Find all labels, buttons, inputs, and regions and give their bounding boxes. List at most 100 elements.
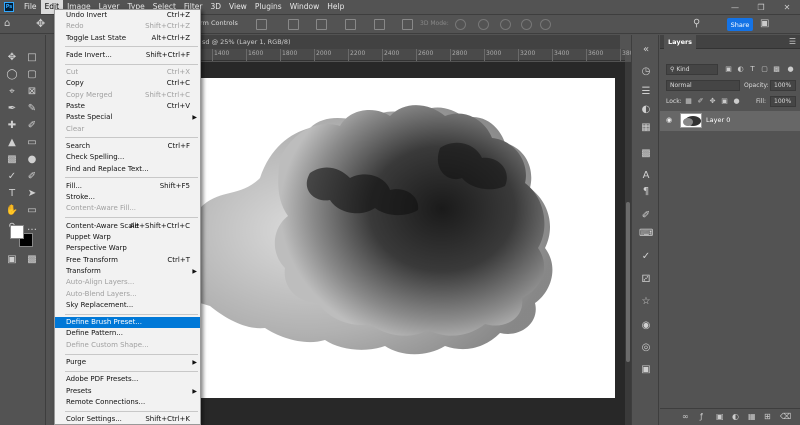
menu-file[interactable]: File xyxy=(20,0,41,14)
menu-help[interactable]: Help xyxy=(323,0,348,14)
menu-item-search[interactable]: Search Ctrl+F xyxy=(55,141,200,152)
menu-item-color-settings[interactable]: Color Settings... Shift+Ctrl+K xyxy=(55,414,200,424)
navigator-icon[interactable]: ◎ xyxy=(639,341,653,355)
hand-tool-icon[interactable]: ✋ xyxy=(4,204,20,218)
properties-icon[interactable]: ☰ xyxy=(639,85,653,99)
menu-item-define-pattern[interactable]: Define Pattern... xyxy=(55,328,200,339)
marquee-tool-icon[interactable]: ▢ xyxy=(24,68,40,82)
menu-item-paste[interactable]: Paste Ctrl+V xyxy=(55,101,200,112)
menu-item-perspective-warp[interactable]: Perspective Warp xyxy=(55,243,200,254)
lock-position-icon[interactable]: ✥ xyxy=(708,97,717,106)
clone-stamp-icon[interactable]: ▲ xyxy=(4,136,20,150)
menu-plugins[interactable]: Plugins xyxy=(251,0,286,14)
healing-brush-icon[interactable]: ✚ xyxy=(4,119,20,133)
pen-tool-icon[interactable]: ✓ xyxy=(4,170,20,184)
menu-item-define-brush-preset[interactable]: Define Brush Preset... xyxy=(55,317,200,329)
home-icon[interactable]: ⌂ xyxy=(4,18,16,30)
color-icon[interactable]: ◉ xyxy=(639,319,653,333)
menu-item-toggle-last-state[interactable]: Toggle Last State Alt+Ctrl+Z xyxy=(55,33,200,44)
align-left-icon[interactable] xyxy=(256,19,267,30)
add-mask-icon[interactable]: ▣ xyxy=(716,412,724,421)
layer-name[interactable]: Layer 0 xyxy=(706,116,730,124)
3d-orbit-icon[interactable] xyxy=(455,19,466,30)
menu-item-stroke[interactable]: Stroke... xyxy=(55,192,200,203)
menu-item-undo-invert[interactable]: Undo Invert Ctrl+Z xyxy=(55,10,200,21)
move-tool-icon[interactable]: ✥ xyxy=(4,51,20,65)
menu-item-remote-connections[interactable]: Remote Connections... xyxy=(55,397,200,408)
blur-tool-icon[interactable]: ● xyxy=(24,153,40,167)
share-button[interactable]: Share xyxy=(727,18,753,31)
layer-row[interactable]: ◉ Layer 0 xyxy=(660,111,800,131)
brushes-icon[interactable]: ✐ xyxy=(639,209,653,223)
ruler-tool-icon[interactable]: ✎ xyxy=(24,102,40,116)
search-icon[interactable]: ⚲ xyxy=(693,18,700,29)
menu-item-content-aware-scale[interactable]: Content-Aware Scale Alt+Shift+Ctrl+C xyxy=(55,221,200,232)
menu-item-paste-special[interactable]: Paste Special ▶ xyxy=(55,112,200,123)
channels-icon[interactable]: ▩ xyxy=(639,147,653,161)
quick-mask-icon[interactable]: ▣ xyxy=(4,253,20,267)
opacity-field[interactable]: 100% xyxy=(770,80,796,91)
align-top-icon[interactable] xyxy=(345,19,356,30)
character-icon[interactable]: A xyxy=(639,169,653,183)
lock-artboard-icon[interactable]: ▣ xyxy=(720,97,729,106)
history-icon[interactable]: ◷ xyxy=(639,65,653,79)
type-tool-icon[interactable]: T xyxy=(4,187,20,201)
filter-toggle-icon[interactable]: ● xyxy=(786,65,795,74)
filter-pixel-icon[interactable]: ▣ xyxy=(724,65,733,74)
menu-item-free-transform[interactable]: Free Transform Ctrl+T xyxy=(55,255,200,266)
paths-icon[interactable]: ✓ xyxy=(639,250,653,264)
menu-item-presets[interactable]: Presets ▶ xyxy=(55,386,200,397)
align-right-icon[interactable] xyxy=(316,19,327,30)
delete-layer-icon[interactable]: ⌫ xyxy=(780,412,791,421)
layer-filter-select[interactable]: ⚲ Kind xyxy=(666,64,718,75)
brush-tool-icon[interactable]: ✐ xyxy=(24,119,40,133)
menu-item-purge[interactable]: Purge ▶ xyxy=(55,357,200,368)
3d-roll-icon[interactable] xyxy=(478,19,489,30)
menu-item-copy[interactable]: Copy Ctrl+C xyxy=(55,78,200,89)
lock-all-icon[interactable]: ● xyxy=(732,97,741,106)
adjustment-layer-icon[interactable]: ◐ xyxy=(732,412,739,421)
lasso-tool-icon[interactable]: ◯ xyxy=(4,68,20,82)
menu-item-fade-invert[interactable]: Fade Invert... Shift+Ctrl+F xyxy=(55,50,200,61)
adjustments-icon[interactable]: ◐ xyxy=(639,103,653,117)
scrollbar-thumb[interactable] xyxy=(626,202,630,362)
3d-pan-icon[interactable] xyxy=(500,19,511,30)
menu-item-adobe-pdf-presets[interactable]: Adobe PDF Presets... xyxy=(55,374,200,385)
menu-item-find-and-replace-text[interactable]: Find and Replace Text... xyxy=(55,164,200,175)
eyedropper-tool-icon[interactable]: ✒ xyxy=(4,102,20,116)
show-transform-controls[interactable]: rm Controls xyxy=(200,19,238,27)
layer-style-icon[interactable]: ƒ xyxy=(700,412,703,421)
artboard-tool-icon[interactable]: □ xyxy=(24,51,40,65)
history-brush-icon[interactable]: ✐ xyxy=(24,170,40,184)
collapse-panels-icon[interactable]: « xyxy=(639,43,653,57)
lock-transparent-icon[interactable]: ▦ xyxy=(684,97,693,106)
filter-smart-object-icon[interactable]: ▩ xyxy=(772,65,781,74)
3d-slide-icon[interactable] xyxy=(521,19,532,30)
close-icon[interactable]: ✕ xyxy=(774,0,800,14)
menu-item-fill[interactable]: Fill... Shift+F5 xyxy=(55,181,200,192)
restore-icon[interactable]: ❐ xyxy=(748,0,774,14)
menu-window[interactable]: Window xyxy=(286,0,324,14)
fill-field[interactable]: 100% xyxy=(770,96,796,107)
panel-menu-icon[interactable]: ☰ xyxy=(789,37,796,46)
workspace-icon[interactable]: ▣ xyxy=(760,18,769,29)
styles-icon[interactable]: ☆ xyxy=(639,295,653,309)
link-layers-icon[interactable]: ∞ xyxy=(682,412,689,421)
foreground-color-swatch[interactable] xyxy=(10,225,24,239)
menu-item-sky-replacement[interactable]: Sky Replacement... xyxy=(55,300,200,311)
align-center-icon[interactable] xyxy=(288,19,299,30)
path-selection-icon[interactable]: ➤ xyxy=(24,187,40,201)
document-tab[interactable]: sd @ 25% (Layer 1, RGB/8) xyxy=(200,35,620,49)
visibility-eye-icon[interactable]: ◉ xyxy=(666,116,672,124)
menu-item-transform[interactable]: Transform ▶ xyxy=(55,266,200,277)
menu-view[interactable]: View xyxy=(225,0,251,14)
minimize-icon[interactable]: — xyxy=(722,0,748,14)
eraser-tool-icon[interactable]: ▭ xyxy=(24,136,40,150)
document-canvas[interactable] xyxy=(200,78,615,398)
lock-image-icon[interactable]: ✐ xyxy=(696,97,705,106)
more-align-icon[interactable] xyxy=(402,19,413,30)
filter-type-icon[interactable]: T xyxy=(748,65,757,74)
filter-shape-icon[interactable]: ▢ xyxy=(760,65,769,74)
shape-tool-icon[interactable]: ▭ xyxy=(24,204,40,218)
align-middle-icon[interactable] xyxy=(374,19,385,30)
